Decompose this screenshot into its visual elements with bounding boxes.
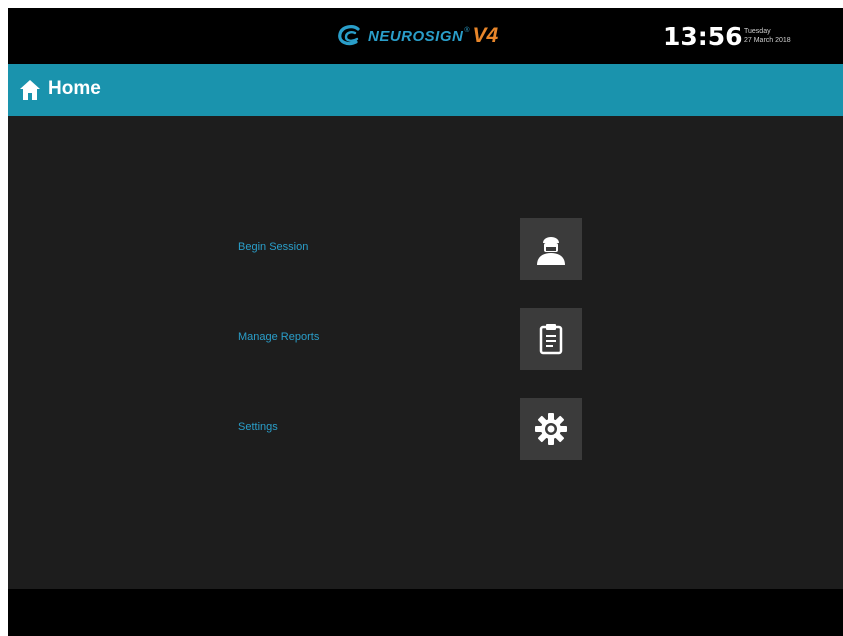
begin-session-link[interactable]: Begin Session: [238, 241, 308, 253]
manage-reports-link[interactable]: Manage Reports: [238, 331, 319, 343]
logo-trademark: ®: [464, 27, 470, 34]
page-title: Home: [48, 78, 101, 99]
manage-reports-button[interactable]: [520, 308, 582, 370]
footer-bar: [8, 589, 843, 636]
top-bar: NEUROSIGN ® V4 13:56 Tuesday 27 March 20…: [8, 8, 843, 64]
begin-session-button[interactable]: [520, 218, 582, 280]
weekday-text: Tuesday: [744, 28, 771, 35]
clock-time: 13:56: [663, 22, 743, 51]
date-display: Tuesday 27 March 2018: [744, 27, 791, 45]
title-bar: Home: [8, 64, 843, 116]
logo-brand-text: NEUROSIGN: [368, 27, 464, 45]
app-screen: NEUROSIGN ® V4 13:56 Tuesday 27 March 20…: [8, 8, 843, 636]
surgeon-icon: [537, 237, 565, 265]
date-text: 27 March 2018: [744, 37, 791, 44]
logo-version-text: V4: [472, 24, 499, 47]
settings-button[interactable]: [520, 398, 582, 460]
settings-link[interactable]: Settings: [238, 421, 278, 433]
gear-icon: [535, 413, 567, 445]
logo-swirl-icon: [338, 25, 360, 46]
home-icon[interactable]: [19, 79, 41, 101]
neurosign-logo: NEUROSIGN ® V4: [336, 22, 498, 50]
clipboard-icon: [539, 324, 563, 355]
main-menu-area: Begin Session Manage Reports Settings: [8, 116, 843, 589]
